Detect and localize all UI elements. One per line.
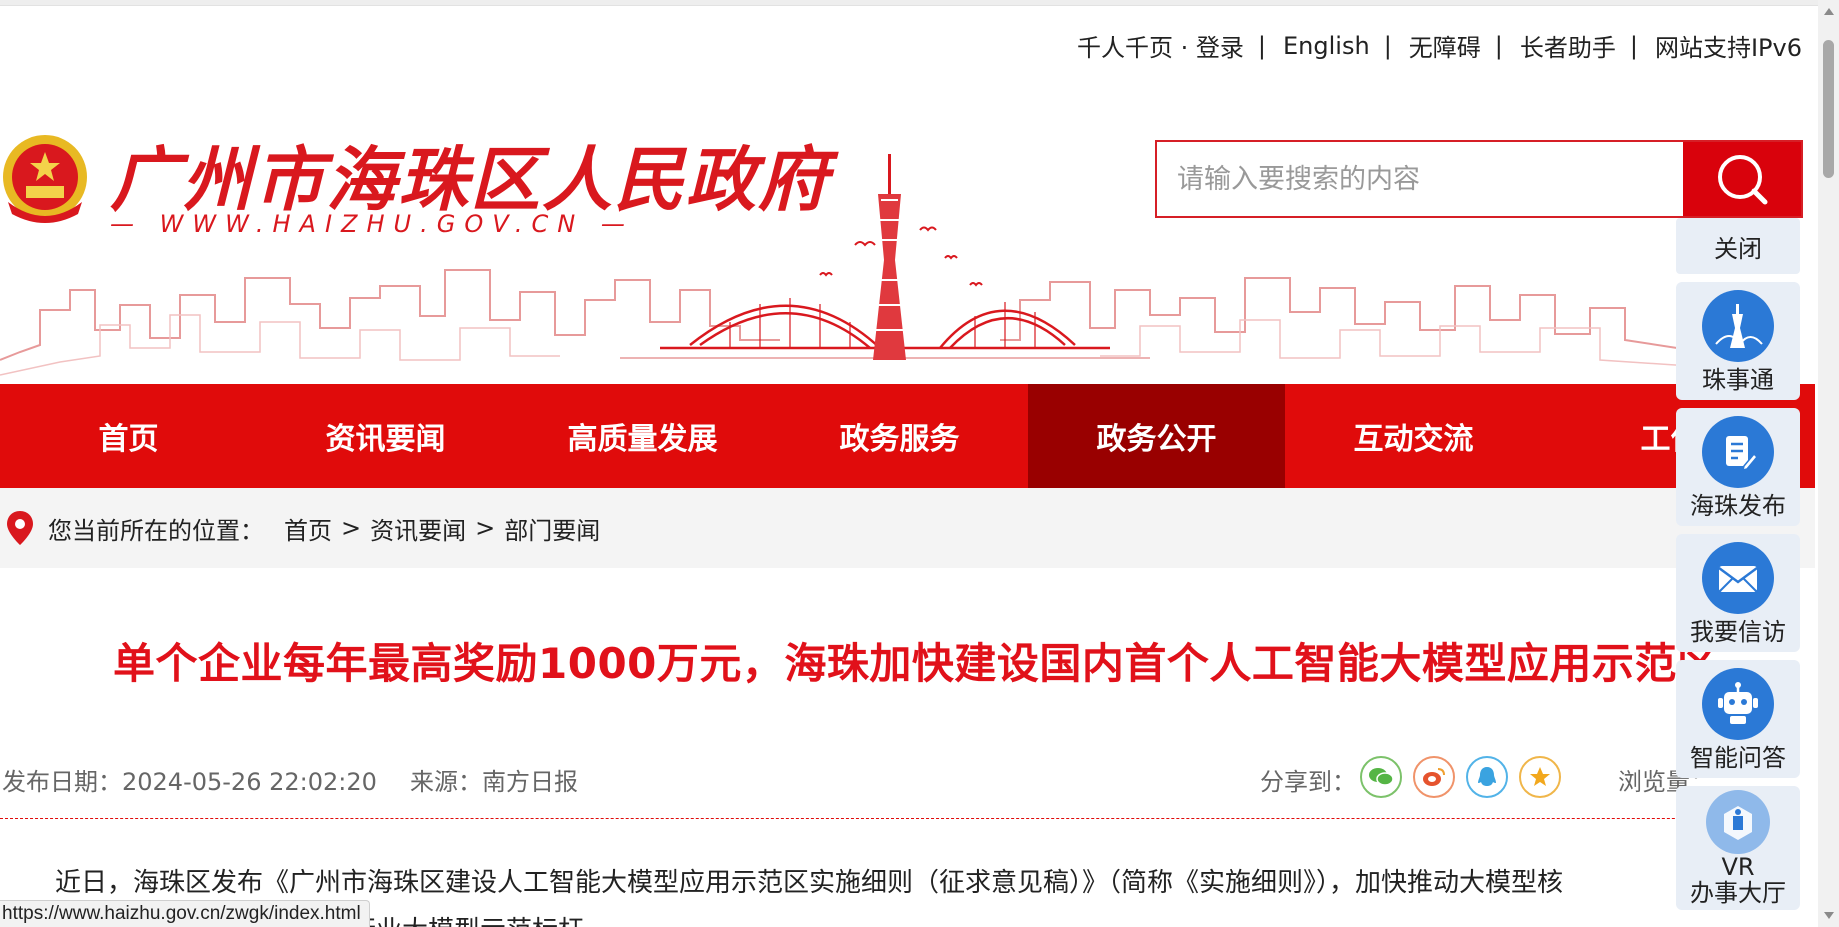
article-meta: 发布日期：2024-05-26 22:02:20 来源：南方日报 分享到： 浏览… xyxy=(0,756,1815,800)
breadcrumb-separator: > xyxy=(475,514,496,542)
publish-date: 发布日期：2024-05-26 22:02:20 xyxy=(2,768,377,796)
weibo-icon xyxy=(1423,768,1445,786)
accessibility-link[interactable]: 无障碍 xyxy=(1409,28,1481,63)
site-header: 广州市海珠区人民政府 — WWW.HAIZHU.GOV.CN — xyxy=(0,90,1839,384)
article-paragraph-line: 近日，海珠区发布《广州市海珠区建设人工智能大模型应用示范区实施细则（征求意见稿）… xyxy=(55,868,1564,898)
side-button-label: 海珠发布 xyxy=(1690,492,1786,520)
national-emblem-logo xyxy=(3,135,87,223)
nav-item-disclosure[interactable]: 政务公开 xyxy=(1028,384,1285,488)
wechat-icon xyxy=(1369,768,1394,786)
elder-assistant-link[interactable]: 长者助手 xyxy=(1520,28,1616,63)
search-icon xyxy=(1718,155,1768,205)
nav-item-news[interactable]: 资讯要闻 xyxy=(257,384,514,488)
share-buttons xyxy=(1360,756,1561,798)
qq-icon xyxy=(1478,767,1496,786)
breadcrumb-label: 您当前所在的位置： xyxy=(48,516,264,545)
smart-qa-button[interactable]: 智能问答 xyxy=(1676,660,1800,778)
article-title: 单个企业每年最高奖励1000万元，海珠加快建设国内首个人工智能大模型应用示范区 xyxy=(113,639,1720,688)
side-button-label: 智能问答 xyxy=(1690,744,1786,772)
ipv6-link[interactable]: 网站支持IPv6 xyxy=(1655,28,1802,63)
top-utility-links: 千人千页 · 登录 | English | 无障碍 | 长者助手 | 网站支持I… xyxy=(1077,28,1802,63)
breadcrumb: 您当前所在的位置： 首页 > 资讯要闻 > 部门要闻 xyxy=(0,488,1815,568)
site-url: — WWW.HAIZHU.GOV.CN — xyxy=(110,210,634,238)
haizhu-release-button[interactable]: 海珠发布 xyxy=(1676,408,1800,526)
envelope-icon xyxy=(1702,542,1774,614)
document-edit-icon xyxy=(1702,416,1774,488)
status-bar-url: https://www.haizhu.gov.cn/zwgk/index.htm… xyxy=(0,900,370,927)
nav-item-development[interactable]: 高质量发展 xyxy=(514,384,771,488)
location-pin-icon xyxy=(7,511,33,545)
side-button-label: 办事大厅 xyxy=(1690,879,1786,907)
tower-icon xyxy=(1702,290,1774,362)
separator: | xyxy=(1494,31,1503,60)
side-button-label: 珠事通 xyxy=(1702,366,1774,394)
breadcrumb-news[interactable]: 资讯要闻 xyxy=(370,511,466,546)
zhushitong-button[interactable]: 珠事通 xyxy=(1676,282,1800,400)
main-nav: 首页 资讯要闻 高质量发展 政务服务 政务公开 互动交流 工作 xyxy=(0,384,1815,488)
breadcrumb-home[interactable]: 首页 xyxy=(284,511,332,546)
nav-item-home[interactable]: 首页 xyxy=(0,384,257,488)
login-link[interactable]: 千人千页 · 登录 xyxy=(1077,28,1244,63)
favorite-icon xyxy=(1530,767,1550,786)
share-favorite-button[interactable] xyxy=(1519,756,1561,798)
article-source: 来源：南方日报 xyxy=(410,768,578,796)
breadcrumb-separator: > xyxy=(341,514,362,542)
side-button-label: 我要信访 xyxy=(1690,618,1786,646)
share-wechat-button[interactable] xyxy=(1360,756,1402,798)
side-button-label: VR xyxy=(1721,853,1755,881)
share-weibo-button[interactable] xyxy=(1413,756,1455,798)
search-box xyxy=(1155,140,1803,218)
browser-top-edge xyxy=(0,0,1839,6)
share-qq-button[interactable] xyxy=(1466,756,1508,798)
breadcrumb-dept-news[interactable]: 部门要闻 xyxy=(504,511,600,546)
search-input[interactable] xyxy=(1157,142,1683,216)
share-label: 分享到： xyxy=(1260,768,1356,796)
meta-divider xyxy=(0,818,1800,819)
english-link[interactable]: English xyxy=(1283,32,1370,60)
petition-button[interactable]: 我要信访 xyxy=(1676,534,1800,652)
nav-item-interaction[interactable]: 互动交流 xyxy=(1285,384,1542,488)
vr-hall-icon xyxy=(1706,790,1770,854)
nav-item-services[interactable]: 政务服务 xyxy=(771,384,1028,488)
scroll-down-arrow-icon[interactable] xyxy=(1824,912,1834,919)
separator: | xyxy=(1383,31,1392,60)
side-panel-close-button[interactable]: 关闭 xyxy=(1676,218,1800,274)
robot-icon xyxy=(1702,668,1774,740)
scroll-up-arrow-icon[interactable] xyxy=(1824,8,1834,15)
article-paragraph-line: 行业大模型示范标杆 xyxy=(350,910,584,927)
separator: | xyxy=(1629,31,1638,60)
vr-hall-button[interactable]: VR 办事大厅 xyxy=(1676,786,1800,910)
separator: | xyxy=(1257,31,1267,60)
page-scrollbar[interactable] xyxy=(1818,0,1839,927)
scrollbar-thumb[interactable] xyxy=(1823,40,1834,178)
search-button[interactable] xyxy=(1683,142,1801,216)
floating-side-panel: 关闭 珠事通 海珠发布 我要信访 智能问答 VR 办事大厅 xyxy=(1676,218,1800,910)
